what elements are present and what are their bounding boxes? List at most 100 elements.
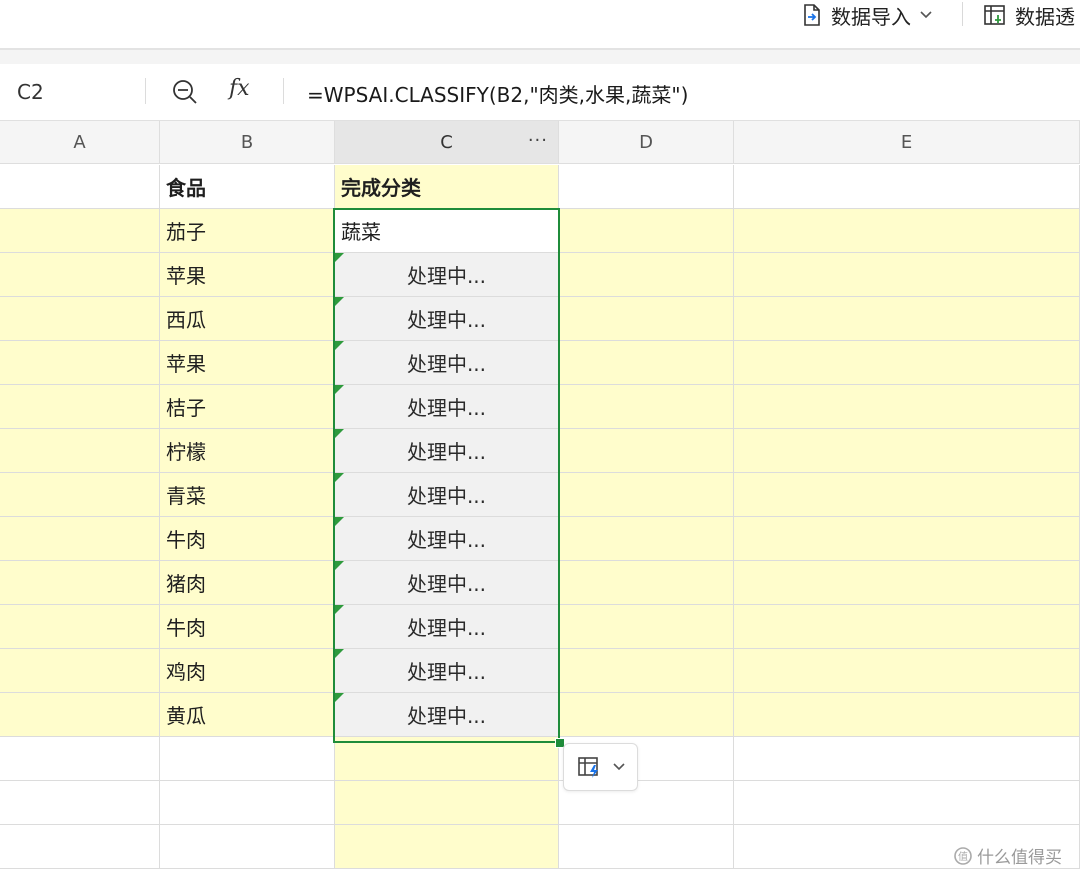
column-header-b[interactable]: B xyxy=(160,121,335,164)
cell[interactable] xyxy=(160,781,335,825)
comment-marker-icon xyxy=(335,473,344,482)
cell[interactable] xyxy=(559,605,734,649)
cell[interactable] xyxy=(0,165,160,209)
column-header-c[interactable]: C ··· xyxy=(335,121,559,164)
name-box[interactable]: C2 xyxy=(17,80,44,104)
cell[interactable] xyxy=(335,737,559,781)
cell[interactable] xyxy=(559,693,734,737)
cell-food[interactable]: 青菜 xyxy=(160,473,335,517)
chevron-down-icon[interactable] xyxy=(919,10,933,20)
cell[interactable] xyxy=(559,341,734,385)
cell[interactable] xyxy=(734,297,1080,341)
table-row: 鸡肉 处理中... xyxy=(0,649,1080,693)
cell[interactable] xyxy=(0,693,160,737)
cell[interactable] xyxy=(734,737,1080,781)
cell-result[interactable]: 处理中... xyxy=(335,253,559,297)
cell-food[interactable]: 牛肉 xyxy=(160,517,335,561)
cell-header-result[interactable]: 完成分类 xyxy=(335,165,559,209)
cell[interactable] xyxy=(559,297,734,341)
cell[interactable] xyxy=(559,473,734,517)
cell[interactable] xyxy=(559,253,734,297)
cell[interactable] xyxy=(0,385,160,429)
cell[interactable] xyxy=(734,429,1080,473)
cell[interactable] xyxy=(0,297,160,341)
cell-food[interactable]: 桔子 xyxy=(160,385,335,429)
formula-input[interactable]: =WPSAI.CLASSIFY(B2,"肉类,水果,蔬菜") xyxy=(307,79,688,108)
column-header-d[interactable]: D xyxy=(559,121,734,164)
cell-result[interactable]: 蔬菜 xyxy=(335,209,559,253)
cell[interactable] xyxy=(734,605,1080,649)
cell-result[interactable]: 处理中... xyxy=(335,429,559,473)
cell-result[interactable]: 处理中... xyxy=(335,341,559,385)
fx-icon[interactable]: fx xyxy=(229,76,250,101)
cell[interactable] xyxy=(0,517,160,561)
cell-food[interactable]: 柠檬 xyxy=(160,429,335,473)
quick-fill-options-button[interactable] xyxy=(563,743,638,791)
cell[interactable] xyxy=(0,209,160,253)
toolbar: 数据导入 数据透 xyxy=(0,0,1080,50)
cell[interactable] xyxy=(160,825,335,869)
cell[interactable] xyxy=(0,825,160,869)
cell[interactable] xyxy=(734,385,1080,429)
cell[interactable] xyxy=(0,429,160,473)
cell[interactable] xyxy=(734,517,1080,561)
cell[interactable] xyxy=(0,781,160,825)
cell[interactable] xyxy=(734,209,1080,253)
cell[interactable] xyxy=(0,561,160,605)
cell[interactable] xyxy=(559,649,734,693)
cell-food[interactable]: 猪肉 xyxy=(160,561,335,605)
cell-result[interactable]: 处理中... xyxy=(335,517,559,561)
cell-result[interactable]: 处理中... xyxy=(335,473,559,517)
cell[interactable] xyxy=(160,737,335,781)
data-import-button[interactable]: 数据导入 xyxy=(801,0,941,30)
cell[interactable] xyxy=(559,429,734,473)
cell-food[interactable]: 鸡肉 xyxy=(160,649,335,693)
file-import-icon xyxy=(804,4,820,26)
zoom-out-icon[interactable] xyxy=(171,78,199,106)
pivot-table-button[interactable]: 数据透 xyxy=(983,0,1075,30)
cell-result[interactable]: 处理中... xyxy=(335,385,559,429)
cell[interactable] xyxy=(559,517,734,561)
cell-food[interactable]: 黄瓜 xyxy=(160,693,335,737)
cell[interactable] xyxy=(335,825,559,869)
cell-result[interactable]: 处理中... xyxy=(335,605,559,649)
cell[interactable] xyxy=(734,341,1080,385)
toolbar-gap xyxy=(0,50,1080,64)
cell[interactable] xyxy=(0,341,160,385)
cell[interactable] xyxy=(734,165,1080,209)
cell[interactable] xyxy=(559,385,734,429)
cell[interactable] xyxy=(734,781,1080,825)
processing-text: 处理中... xyxy=(406,704,487,728)
table-row xyxy=(0,825,1080,869)
cell[interactable] xyxy=(734,473,1080,517)
cell-result[interactable]: 处理中... xyxy=(335,693,559,737)
cell[interactable] xyxy=(559,561,734,605)
cell[interactable] xyxy=(559,209,734,253)
more-icon[interactable]: ··· xyxy=(528,130,548,151)
cell-food[interactable]: 牛肉 xyxy=(160,605,335,649)
cell-result[interactable]: 处理中... xyxy=(335,561,559,605)
cell[interactable] xyxy=(0,737,160,781)
cell[interactable] xyxy=(0,253,160,297)
cell-result[interactable]: 处理中... xyxy=(335,649,559,693)
column-header-a[interactable]: A xyxy=(0,121,160,164)
cell-food[interactable]: 苹果 xyxy=(160,341,335,385)
cell[interactable] xyxy=(0,605,160,649)
processing-text: 处理中... xyxy=(406,484,487,508)
cell[interactable] xyxy=(734,561,1080,605)
processing-text: 处理中... xyxy=(406,572,487,596)
cell[interactable] xyxy=(559,825,734,869)
cell-result[interactable]: 处理中... xyxy=(335,297,559,341)
cell-food[interactable]: 苹果 xyxy=(160,253,335,297)
cell[interactable] xyxy=(734,253,1080,297)
cell[interactable] xyxy=(0,473,160,517)
cell-food[interactable]: 西瓜 xyxy=(160,297,335,341)
cell-food[interactable]: 茄子 xyxy=(160,209,335,253)
cell[interactable] xyxy=(559,165,734,209)
cell[interactable] xyxy=(734,649,1080,693)
column-header-e[interactable]: E xyxy=(734,121,1080,164)
cell[interactable] xyxy=(0,649,160,693)
cell[interactable] xyxy=(335,781,559,825)
cell[interactable] xyxy=(734,693,1080,737)
cell-header-food[interactable]: 食品 xyxy=(160,165,335,209)
